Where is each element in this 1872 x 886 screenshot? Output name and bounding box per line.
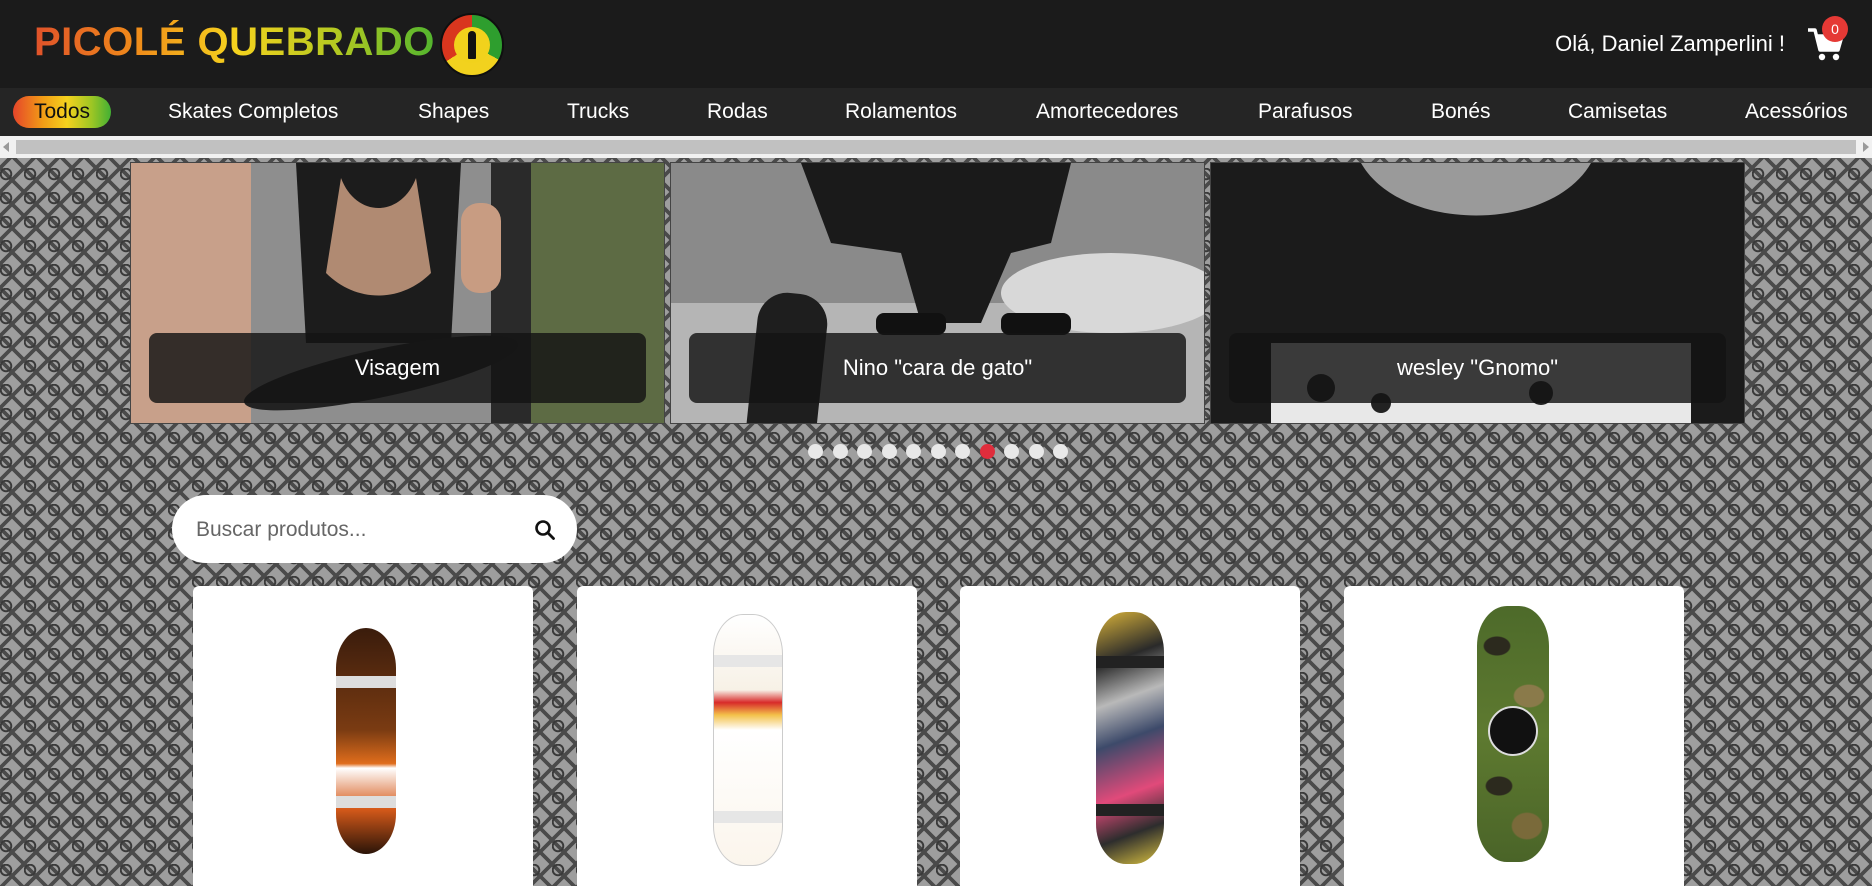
carousel-slide[interactable]: Visagem bbox=[130, 162, 665, 424]
slide-caption: Nino "cara de gato" bbox=[689, 333, 1186, 403]
truck bbox=[336, 796, 396, 808]
brand-logo[interactable] bbox=[440, 13, 504, 77]
search-icon[interactable] bbox=[534, 519, 556, 541]
product-image bbox=[713, 614, 783, 866]
carousel-dot[interactable] bbox=[857, 444, 872, 459]
search-box bbox=[172, 495, 577, 563]
nav-item-rodas[interactable]: Rodas bbox=[707, 88, 768, 136]
scrollbar-thumb[interactable] bbox=[16, 140, 1856, 154]
product-image bbox=[336, 628, 396, 854]
carousel-dot[interactable] bbox=[1004, 444, 1019, 459]
truck bbox=[1096, 656, 1164, 668]
truck bbox=[714, 811, 782, 823]
nav-item-skates-completos[interactable]: Skates Completos bbox=[168, 88, 338, 136]
search-input[interactable] bbox=[194, 514, 518, 546]
scroll-left-icon[interactable] bbox=[3, 142, 9, 152]
scroll-right-icon[interactable] bbox=[1863, 142, 1869, 152]
truck bbox=[1096, 804, 1164, 816]
nav-item-trucks[interactable]: Trucks bbox=[567, 88, 629, 136]
truck bbox=[714, 655, 782, 667]
product-logo bbox=[1488, 706, 1538, 756]
carousel-dot[interactable] bbox=[1028, 444, 1044, 459]
carousel-dot[interactable] bbox=[906, 444, 921, 459]
nav-scrollbar[interactable] bbox=[0, 136, 1872, 158]
product-image bbox=[1477, 606, 1549, 862]
carousel-dot[interactable] bbox=[979, 444, 995, 459]
carousel-dot[interactable] bbox=[881, 444, 897, 459]
carousel-dot[interactable] bbox=[808, 444, 823, 459]
nav-item-rolamentos[interactable]: Rolamentos bbox=[845, 88, 957, 136]
product-card[interactable] bbox=[960, 586, 1300, 886]
site-header: PICOLÉ QUEBRADO Olá, Daniel Zamperlini !… bbox=[0, 0, 1872, 88]
nav-item-parafusos[interactable]: Parafusos bbox=[1258, 88, 1353, 136]
user-greeting: Olá, Daniel Zamperlini ! bbox=[1555, 31, 1785, 56]
brand-name[interactable]: PICOLÉ QUEBRADO bbox=[34, 20, 435, 65]
product-card[interactable] bbox=[193, 586, 533, 886]
featured-carousel: Visagem Nino "cara de gato" wesley "Gnom… bbox=[130, 162, 1746, 424]
product-card[interactable] bbox=[577, 586, 917, 886]
nav-item-camisetas[interactable]: Camisetas bbox=[1568, 88, 1667, 136]
product-card[interactable] bbox=[1344, 586, 1684, 886]
nav-item-shapes[interactable]: Shapes bbox=[418, 88, 489, 136]
truck bbox=[336, 676, 396, 688]
nav-item-bones[interactable]: Bonés bbox=[1431, 88, 1491, 136]
slide-caption: Visagem bbox=[149, 333, 646, 403]
carousel-dot[interactable] bbox=[1053, 444, 1068, 459]
slide-caption: wesley "Gnomo" bbox=[1229, 333, 1726, 403]
logo-figure-icon bbox=[468, 31, 476, 59]
category-nav: Todos Skates Completos Shapes Trucks Rod… bbox=[0, 88, 1872, 136]
carousel-dot[interactable] bbox=[955, 444, 970, 459]
nav-item-amortecedores[interactable]: Amortecedores bbox=[1036, 88, 1178, 136]
carousel-dot[interactable] bbox=[832, 444, 848, 459]
nav-item-acessorios[interactable]: Acessórios bbox=[1745, 88, 1848, 136]
nav-item-todos[interactable]: Todos bbox=[13, 96, 112, 128]
carousel-slide[interactable]: Nino "cara de gato" bbox=[670, 162, 1205, 424]
carousel-slide[interactable]: wesley "Gnomo" bbox=[1210, 162, 1745, 424]
cart-count-badge: 0 bbox=[1822, 16, 1848, 42]
product-image bbox=[1096, 612, 1164, 864]
carousel-dot[interactable] bbox=[930, 444, 946, 459]
